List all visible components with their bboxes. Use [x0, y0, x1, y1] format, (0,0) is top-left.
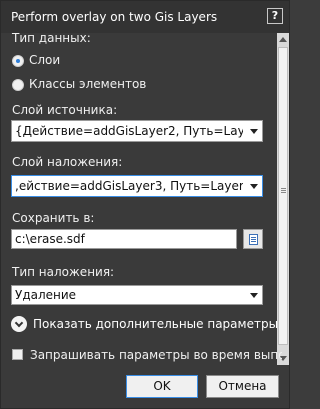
scroll-thumb[interactable]: [278, 47, 288, 345]
radio-layers-label[interactable]: Слои: [29, 53, 60, 67]
document-icon: [249, 234, 258, 245]
save-path-input[interactable]: c:\erase.sdf: [11, 229, 237, 249]
form-content: Тип данных: Слои Классы элементов Слой и…: [1, 33, 277, 365]
save-to-label: Сохранить в:: [12, 211, 95, 225]
save-path-value: c:\erase.sdf: [15, 232, 85, 246]
help-button[interactable]: ?: [267, 8, 283, 24]
radio-feature-classes[interactable]: [12, 79, 24, 91]
grip-icon: [281, 188, 286, 189]
ok-button[interactable]: OK: [126, 375, 198, 398]
source-layer-value: {Действие=addGisLayer2, Путь=LayerNam: [15, 124, 243, 138]
chevron-down-icon[interactable]: [250, 129, 258, 134]
source-layer-label: Слой источника:: [12, 103, 118, 117]
source-layer-select[interactable]: {Действие=addGisLayer2, Путь=LayerNam: [11, 120, 263, 142]
browse-button[interactable]: [243, 229, 263, 249]
overlay-type-label: Тип наложения:: [12, 265, 115, 279]
chevron-down-icon[interactable]: [250, 293, 258, 298]
overlay-layer-label: Слой наложения:: [12, 155, 123, 169]
dialog-title: Perform overlay on two Gis Layers: [11, 10, 218, 24]
overlay-type-value: Удаление: [15, 288, 77, 302]
overlay-layer-value: ,ействие=addGisLayer3, Путь=LayerName}: [15, 179, 243, 193]
overlay-type-select[interactable]: Удаление: [11, 285, 263, 305]
data-type-label: Тип данных:: [12, 33, 91, 45]
chevron-down-icon[interactable]: [250, 184, 258, 189]
radio-layers[interactable]: [12, 55, 24, 67]
show-more-label[interactable]: Показать дополнительные параметры: [33, 317, 278, 331]
cancel-button[interactable]: Отмена: [206, 375, 279, 398]
ask-params-label[interactable]: Запрашивать параметры во время выполнен: [30, 348, 282, 362]
vertical-scrollbar[interactable]: [277, 33, 289, 365]
ask-params-checkbox[interactable]: [12, 349, 23, 360]
title-bar: Perform overlay on two Gis Layers ?: [1, 1, 289, 33]
overlay-layer-select[interactable]: ,ействие=addGisLayer3, Путь=LayerName}: [11, 175, 263, 197]
radio-feature-classes-label[interactable]: Классы элементов: [29, 77, 146, 91]
overlay-dialog: Perform overlay on two Gis Layers ? Тип …: [0, 0, 290, 409]
expand-chevron-icon[interactable]: [11, 316, 27, 332]
scroll-up-icon[interactable]: [279, 37, 287, 42]
